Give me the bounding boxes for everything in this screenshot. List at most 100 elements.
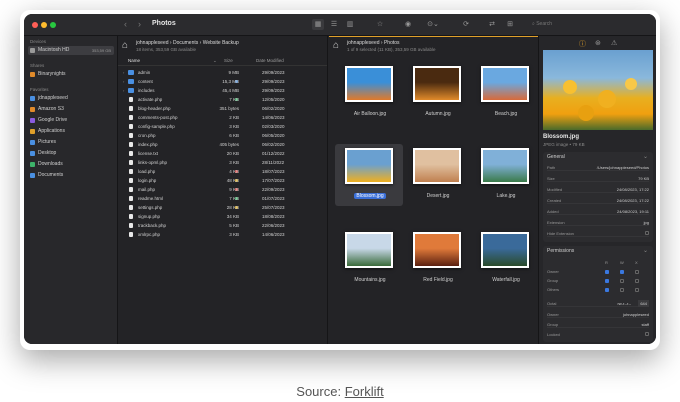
column-headers: Name ⌄ Size Date Modified: [118, 58, 327, 66]
photo-thumbnail[interactable]: [481, 66, 529, 102]
sidebar-item-binarynights[interactable]: Binarynights: [28, 70, 114, 79]
photo-thumbnail[interactable]: [413, 232, 461, 268]
disclosure-icon[interactable]: ›: [123, 86, 124, 95]
table-row[interactable]: mail.php 9 KB 22/09/2023: [118, 185, 327, 194]
octal-symbolic: rw-r--r--: [617, 301, 631, 306]
disclosure-icon[interactable]: ›: [123, 68, 124, 77]
table-row[interactable]: signup.php 34 KB 18/08/2023: [118, 212, 327, 221]
table-row[interactable]: blog-header.php 351 bytes 06/02/2020: [118, 104, 327, 113]
file-name: license.txt: [138, 151, 159, 156]
table-row[interactable]: license.txt 20 KB 01/12/2022: [118, 149, 327, 158]
table-row[interactable]: › content 15,3 MB 29/09/2023: [118, 77, 327, 86]
icon-view-icon[interactable]: ▦: [312, 19, 324, 30]
permission-checkbox[interactable]: [620, 288, 624, 292]
sidebar-item-applications[interactable]: Applications: [28, 127, 114, 136]
table-row[interactable]: cron.php 6 KB 06/05/2020: [118, 131, 327, 140]
photo-thumbnail[interactable]: [345, 232, 393, 268]
sidebar-item-jdnappleseed[interactable]: jdnappleseed: [28, 94, 114, 103]
zoom-window-button[interactable]: [50, 22, 56, 28]
chevron-down-icon[interactable]: ⌄: [643, 153, 648, 160]
column-view-icon[interactable]: ▥: [344, 19, 356, 30]
table-row[interactable]: comments-post.php 2 KB 14/06/2023: [118, 113, 327, 122]
permission-row-label: Others: [547, 287, 560, 292]
sidebar-item-google-drive[interactable]: Google Drive: [28, 116, 114, 125]
photo-label[interactable]: Air Balloon.jpg: [335, 111, 405, 117]
search-field[interactable]: ⌕ Search: [532, 19, 644, 30]
locked-checkbox[interactable]: [645, 332, 649, 336]
photo-label-text: Blossom.jpg: [354, 193, 386, 199]
photo-thumbnail[interactable]: [413, 148, 461, 184]
photo-thumbnail[interactable]: [345, 148, 393, 184]
chevron-down-icon[interactable]: ⌄: [643, 247, 648, 254]
sidebar-item-downloads[interactable]: Downloads: [28, 160, 114, 169]
permission-checkbox[interactable]: [605, 288, 609, 292]
folder-icon: [128, 88, 134, 93]
photo-label[interactable]: Lake.jpg: [471, 193, 541, 199]
table-row[interactable]: trackback.php 5 KB 22/06/2023: [118, 221, 327, 230]
table-row[interactable]: config-sample.php 3 KB 02/03/2020: [118, 122, 327, 131]
permission-checkbox[interactable]: [605, 270, 609, 274]
table-row[interactable]: settings.php 28 KB 25/07/2023: [118, 203, 327, 212]
table-row[interactable]: xmlrpc.php 3 KB 14/06/2023: [118, 230, 327, 239]
sidebar-item-macintosh-hd[interactable]: Macintosh HD 353,59 GB: [28, 46, 114, 55]
list-view-icon[interactable]: ☰: [328, 19, 340, 30]
minimize-window-button[interactable]: [41, 22, 47, 28]
favorite-icon[interactable]: ☆: [374, 19, 386, 30]
general-row-value: 24/08/2023, 17:22: [616, 198, 649, 203]
info-icon[interactable]: ⓘ: [579, 39, 586, 49]
permission-checkbox[interactable]: [620, 270, 624, 274]
table-row[interactable]: activate.php 7 KB 12/05/2020: [118, 95, 327, 104]
photo-thumbnail[interactable]: [481, 148, 529, 184]
share-settings-icon[interactable]: ⊛: [595, 39, 601, 47]
table-row[interactable]: › includes 45,4 MB 29/09/2023: [118, 86, 327, 95]
sidebar-item-desktop[interactable]: Desktop: [28, 149, 114, 158]
sidebar-item-documents[interactable]: Documents: [28, 171, 114, 180]
sidebar-item-amazon-s3[interactable]: Amazon S3: [28, 105, 114, 114]
hide-extension-checkbox[interactable]: [645, 231, 649, 235]
home-icon[interactable]: ⌂: [122, 41, 128, 51]
action-menu-icon[interactable]: ⊙⌄: [424, 19, 442, 30]
preview-icon[interactable]: ◉: [402, 19, 414, 30]
photo-label[interactable]: Waterfall.jpg: [471, 277, 541, 283]
back-icon[interactable]: ‹: [124, 19, 127, 29]
owner-select[interactable]: johnappleseed: [623, 311, 649, 318]
permission-checkbox[interactable]: [635, 279, 639, 283]
warning-icon[interactable]: ⚠: [611, 39, 617, 47]
column-size[interactable]: Size: [224, 58, 233, 63]
octal-field[interactable]: 644: [638, 300, 649, 307]
photo-label[interactable]: Autumn.jpg: [403, 111, 473, 117]
sidebar-item-pictures[interactable]: Pictures: [28, 138, 114, 147]
transfer-icon[interactable]: ⇄: [486, 19, 498, 30]
column-date[interactable]: Date Modified: [256, 58, 284, 63]
close-window-button[interactable]: [32, 22, 38, 28]
column-name[interactable]: Name: [128, 58, 140, 63]
breadcrumb-left[interactable]: johnappleseed › Documents › Website Back…: [136, 40, 239, 46]
group-select[interactable]: staff: [642, 321, 650, 328]
photo-label[interactable]: Beach.jpg: [471, 111, 541, 117]
photo-label[interactable]: Mountains.jpg: [335, 277, 405, 283]
photo-label-text: Autumn.jpg: [425, 111, 451, 117]
new-folder-icon[interactable]: ⊞: [504, 19, 516, 30]
permission-checkbox[interactable]: [605, 279, 609, 283]
permission-checkbox[interactable]: [620, 279, 624, 283]
permission-checkbox[interactable]: [635, 288, 639, 292]
sync-icon[interactable]: ⟳: [460, 19, 472, 30]
table-row[interactable]: links-opml.php 3 KB 28/11/2022: [118, 158, 327, 167]
table-row[interactable]: › admin 9 MB 29/09/2023: [118, 68, 327, 77]
photo-label[interactable]: Blossom.jpg: [335, 193, 405, 199]
table-row[interactable]: login.php 48 KB 17/07/2023: [118, 176, 327, 185]
table-row[interactable]: load.php 4 KB 18/07/2023: [118, 167, 327, 176]
permission-checkbox[interactable]: [635, 270, 639, 274]
photo-label[interactable]: Desert.jpg: [403, 193, 473, 199]
photo-thumbnail[interactable]: [481, 232, 529, 268]
source-link[interactable]: Forklift: [345, 384, 384, 399]
breadcrumb-right[interactable]: johnappleseed › Photos: [347, 40, 400, 46]
photo-thumbnail[interactable]: [345, 66, 393, 102]
table-row[interactable]: index.php 405 bytes 06/02/2020: [118, 140, 327, 149]
table-row[interactable]: readme.html 7 KB 01/07/2023: [118, 194, 327, 203]
photo-thumbnail[interactable]: [413, 66, 461, 102]
photo-label[interactable]: Red Field.jpg: [403, 277, 473, 283]
forward-icon[interactable]: ›: [138, 19, 141, 29]
disclosure-icon[interactable]: ›: [123, 77, 124, 86]
home-icon[interactable]: ⌂: [333, 41, 339, 51]
